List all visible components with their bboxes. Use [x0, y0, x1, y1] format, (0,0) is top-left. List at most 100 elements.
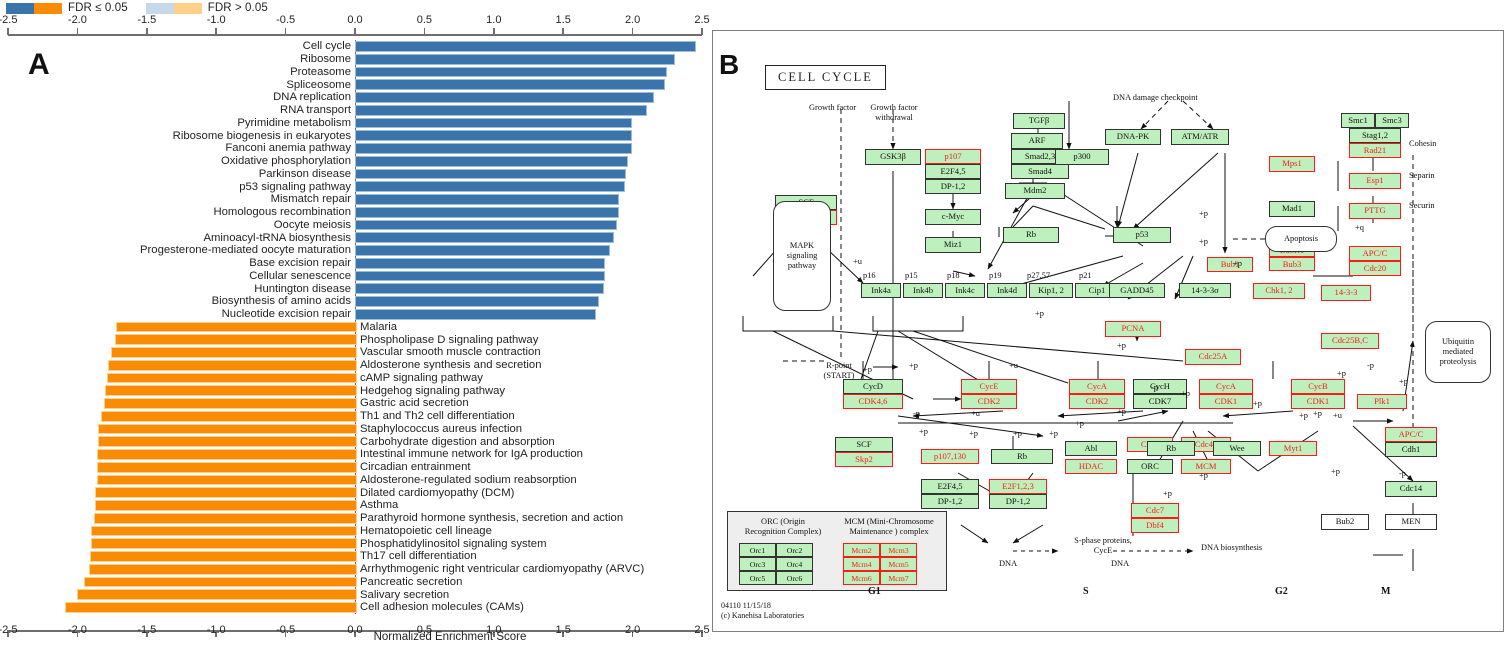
bar[interactable]: [355, 92, 655, 103]
node-kip12[interactable]: Kip1, 2: [1029, 283, 1073, 298]
node-men[interactable]: MEN: [1385, 514, 1437, 530]
node-ink4c[interactable]: Ink4c: [945, 283, 985, 298]
node-apcc-1[interactable]: APC/C: [1349, 246, 1401, 261]
node-pcna[interactable]: PCNA: [1105, 321, 1161, 337]
bar[interactable]: [91, 538, 357, 549]
node-cdk2-1[interactable]: CDK2: [961, 394, 1017, 409]
bar-row[interactable]: Th1 and Th2 cell differentiation: [8, 410, 702, 423]
bar-row[interactable]: Parkinson disease: [8, 168, 702, 181]
ubiquitin-mediated-proteolysis[interactable]: Ubiquitin mediated proteolysis: [1425, 321, 1491, 383]
bar-row[interactable]: Huntington disease: [8, 282, 702, 295]
legend-node-orc4[interactable]: Orc4: [776, 557, 813, 571]
node-cdc25a[interactable]: Cdc25A: [1185, 349, 1241, 365]
legend-node-mcm2[interactable]: Mcm2: [843, 543, 880, 557]
node-orc[interactable]: ORC: [1127, 459, 1173, 474]
node-hdac[interactable]: HDAC: [1065, 459, 1117, 474]
bar-row[interactable]: Pyrimidine metabolism: [8, 117, 702, 130]
node-mdm2[interactable]: Mdm2: [1005, 183, 1065, 199]
bar-row[interactable]: Progesterone-mediated oocyte maturation: [8, 244, 702, 257]
bar[interactable]: [355, 270, 606, 282]
bar[interactable]: [355, 41, 696, 52]
bar[interactable]: [94, 512, 357, 524]
bar-row[interactable]: Th17 cell differentiation: [8, 550, 702, 563]
node-p53[interactable]: p53: [1113, 227, 1171, 243]
bar[interactable]: [110, 347, 357, 358]
bar[interactable]: [100, 410, 357, 422]
legend-node-orc2[interactable]: Orc2: [776, 543, 813, 557]
bar-row[interactable]: Cell adhesion molecules (CAMs): [8, 601, 702, 614]
bar[interactable]: [355, 219, 617, 231]
node-chk12[interactable]: Chk1, 2: [1253, 283, 1305, 299]
node-cyca-2[interactable]: CycA: [1199, 379, 1253, 394]
bar[interactable]: [355, 168, 627, 180]
bar[interactable]: [355, 117, 632, 129]
node-abl[interactable]: Abl: [1065, 441, 1117, 456]
node-apcc-2[interactable]: APC/C: [1385, 427, 1437, 442]
bar[interactable]: [107, 359, 357, 371]
bar[interactable]: [355, 155, 628, 167]
bar-row[interactable]: DNA replication: [8, 91, 702, 104]
node-cych[interactable]: CycH: [1133, 379, 1187, 394]
bar-row[interactable]: Fanconi anemia pathway: [8, 142, 702, 155]
bar-row[interactable]: Phosphatidylinositol signaling system: [8, 537, 702, 550]
bar-row[interactable]: Oxidative phosphorylation: [8, 155, 702, 168]
node-e2f45[interactable]: E2F4,5: [925, 164, 981, 179]
node-cdk1-1[interactable]: CDK1: [1199, 394, 1253, 409]
node-1433s[interactable]: 14-3-3σ: [1179, 283, 1231, 298]
bar-row[interactable]: Aldosterone-regulated sodium reabsorptio…: [8, 474, 702, 487]
legend-node-orc1[interactable]: Orc1: [739, 543, 776, 557]
bar[interactable]: [355, 206, 620, 218]
node-esp1[interactable]: Esp1: [1349, 173, 1401, 189]
bar-row[interactable]: Phospholipase D signaling pathway: [8, 333, 702, 346]
node-atm-atr[interactable]: ATM/ATR: [1171, 129, 1229, 145]
bar-row[interactable]: Ribosome biogenesis in eukaryotes: [8, 129, 702, 142]
node-gsk3b[interactable]: GSK3β: [865, 149, 921, 165]
node-rad21[interactable]: Rad21: [1349, 143, 1401, 158]
bar[interactable]: [105, 385, 357, 396]
bar[interactable]: [95, 500, 357, 511]
node-pttg[interactable]: PTTG: [1349, 203, 1401, 219]
legend-node-mcm6[interactable]: Mcm6: [843, 571, 880, 585]
node-cdh1[interactable]: Cdh1: [1385, 442, 1437, 457]
node-cdk46[interactable]: CDK4,6: [843, 394, 903, 409]
bar[interactable]: [114, 334, 357, 345]
bar-row[interactable]: Dilated cardiomyopathy (DCM): [8, 486, 702, 499]
bar[interactable]: [98, 436, 357, 447]
node-smc1[interactable]: Smc1: [1341, 113, 1375, 128]
node-bub3[interactable]: Bub3: [1269, 257, 1315, 271]
bar-row[interactable]: Mismatch repair: [8, 193, 702, 206]
bar[interactable]: [91, 525, 357, 537]
bar[interactable]: [355, 130, 632, 141]
bar-row[interactable]: Ribosome: [8, 53, 702, 66]
node-cdk1-2[interactable]: CDK1: [1291, 394, 1345, 409]
bar-row[interactable]: Malaria: [8, 321, 702, 334]
node-cdc25bc[interactable]: Cdc25B,C: [1321, 333, 1379, 349]
bar-row[interactable]: Circadian entrainment: [8, 461, 702, 474]
node-rb-1[interactable]: Rb: [1003, 227, 1059, 243]
mapk-signaling-pathway[interactable]: MAPK signaling pathway: [773, 201, 831, 311]
node-rb-2[interactable]: Rb: [991, 449, 1053, 464]
node-bub2[interactable]: Bub2: [1321, 514, 1369, 530]
node-myt1[interactable]: Myt1: [1269, 441, 1317, 456]
node-cycd[interactable]: CycD: [843, 379, 903, 394]
node-rb-3[interactable]: Rb: [1147, 441, 1195, 456]
bar[interactable]: [355, 181, 625, 192]
bar-row[interactable]: p53 signaling pathway: [8, 180, 702, 193]
bar[interactable]: [355, 283, 605, 294]
bar-row[interactable]: Parathyroid hormone synthesis, secretion…: [8, 512, 702, 525]
bar-row[interactable]: Base excision repair: [8, 257, 702, 270]
node-cdc20[interactable]: Cdc20: [1349, 261, 1401, 276]
node-ink4a[interactable]: Ink4a: [861, 283, 901, 298]
node-stag12[interactable]: Stag1,2: [1349, 128, 1401, 143]
legend-node-mcm4[interactable]: Mcm4: [843, 557, 880, 571]
bar[interactable]: [96, 474, 357, 486]
bar[interactable]: [355, 53, 675, 65]
bar-row[interactable]: Spliceosome: [8, 78, 702, 91]
bar-row[interactable]: RNA transport: [8, 104, 702, 117]
legend-node-orc3[interactable]: Orc3: [739, 557, 776, 571]
node-tgfb[interactable]: TGFβ: [1013, 113, 1065, 129]
node-cyce[interactable]: CycE: [961, 379, 1017, 394]
bar-row[interactable]: Proteasome: [8, 66, 702, 79]
legend-node-orc5[interactable]: Orc5: [739, 571, 776, 585]
node-arf[interactable]: ARF: [1011, 133, 1063, 149]
